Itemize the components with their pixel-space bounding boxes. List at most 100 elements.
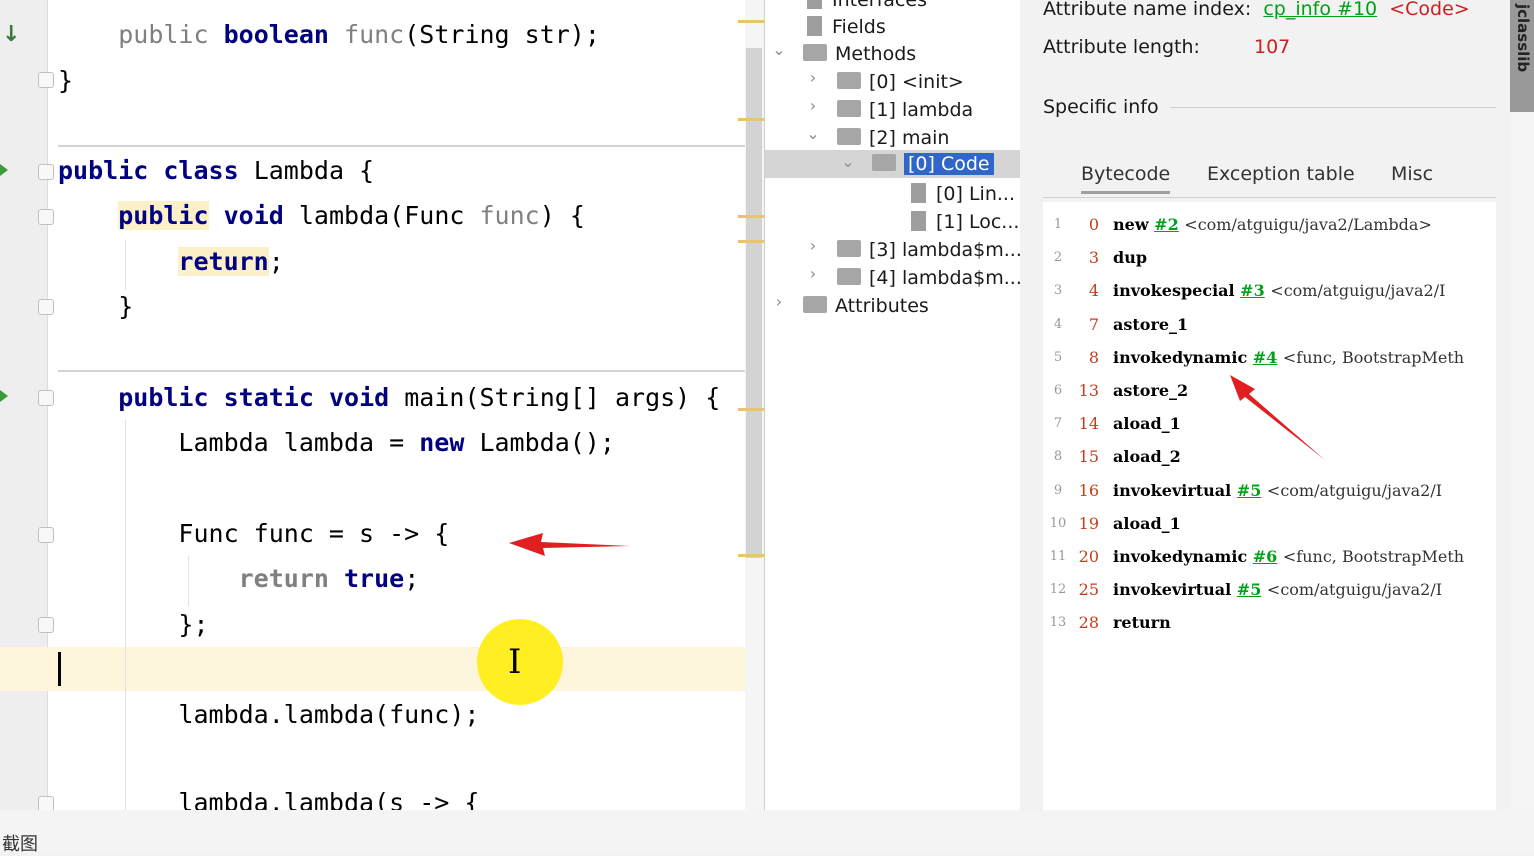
fold-marker-icon[interactable] <box>38 209 54 225</box>
chevron-down-icon[interactable]: ⌄ <box>769 40 789 59</box>
tree-node-method-init[interactable]: [0] <init> <box>837 68 964 96</box>
bytecode-instruction: invokedynamic #6 <func, BootstrapMeth <box>1113 540 1464 573</box>
code-line[interactable]: public static void main(String[] args) { <box>58 375 720 421</box>
bytecode-opcode: invokevirtual <box>1113 480 1232 500</box>
chevron-right-icon[interactable]: › <box>803 68 823 87</box>
tree-node-interfaces[interactable]: Interfaces <box>807 0 927 14</box>
chevron-right-icon[interactable]: › <box>769 292 789 311</box>
fold-marker-icon[interactable] <box>38 796 54 810</box>
tree-node-method-lambda-main-1[interactable]: [4] lambda$m... <box>837 264 1020 292</box>
bytecode-opcode: new <box>1113 215 1149 234</box>
folder-icon <box>837 240 861 257</box>
code-line[interactable]: Lambda lambda = new Lambda(); <box>58 420 615 466</box>
fold-marker-icon[interactable] <box>38 617 54 633</box>
error-stripe-marker[interactable] <box>738 554 764 557</box>
fold-marker-icon[interactable] <box>38 72 54 88</box>
chevron-down-icon[interactable]: ⌄ <box>803 124 823 143</box>
keyword: boolean <box>223 20 329 49</box>
tab-bytecode[interactable]: Bytecode <box>1081 163 1171 194</box>
tree-node-code[interactable]: [0] Code <box>872 150 994 178</box>
bytecode-offset: 25 <box>1078 580 1099 600</box>
bytecode-cp-ref[interactable]: #6 <box>1253 547 1278 566</box>
keyword: public <box>118 383 209 412</box>
code-line[interactable]: lambda.lambda(func); <box>58 692 479 738</box>
tree-node-attributes[interactable]: Attributes <box>803 292 929 320</box>
code-line[interactable]: } <box>58 58 73 104</box>
keyword: public <box>58 156 149 185</box>
jclasslib-tool-label: jclasslib <box>1514 4 1532 73</box>
code-text: ; <box>268 247 284 276</box>
editor-scrollbar-thumb[interactable] <box>746 48 762 558</box>
bytecode-comment: <com/atguigu/java2/I <box>1266 580 1443 600</box>
chevron-right-icon[interactable]: › <box>803 264 823 283</box>
bytecode-listing[interactable]: 1 0 new #2 <com/atguigu/java2/Lambda> 2 3 dup… <box>1043 202 1496 810</box>
tab-exception-table[interactable]: Exception table <box>1207 163 1355 185</box>
code-editor[interactable]: ↓ public boolean func(String str); } pub… <box>0 0 764 810</box>
chevron-right-icon[interactable]: › <box>803 96 823 115</box>
fold-marker-icon[interactable] <box>38 390 54 406</box>
code-line[interactable]: return; <box>58 239 284 285</box>
tree-node-line-number-table[interactable]: [0] Lin... <box>911 180 1015 208</box>
bytecode-comment: <com/atguigu/java2/Lambda> <box>1184 215 1432 234</box>
code-line[interactable]: public class Lambda { <box>58 148 374 194</box>
bytecode-line-number: 1 <box>1053 217 1063 232</box>
bytecode-instruction: invokespecial #3 <com/atguigu/java2/I <box>1113 274 1445 307</box>
tree-node-label: [1] Loc... <box>936 211 1020 233</box>
tree-node-method-lambda[interactable]: [1] lambda <box>837 96 973 124</box>
folder-icon <box>837 72 861 89</box>
chevron-right-icon[interactable]: › <box>803 236 823 255</box>
code-line[interactable]: Func func = s -> { <box>58 511 449 557</box>
class-structure-tree[interactable]: Interfaces Fields ⌄ Methods › [0] <init>… <box>764 0 1021 810</box>
error-stripe-marker[interactable] <box>738 118 764 121</box>
error-stripe-marker[interactable] <box>738 408 764 411</box>
tree-node-method-lambda-main-0[interactable]: [3] lambda$m... <box>837 236 1020 264</box>
chevron-down-icon[interactable]: ⌄ <box>838 152 858 171</box>
tree-node-methods[interactable]: Methods <box>803 40 916 68</box>
bytecode-cp-ref[interactable]: #5 <box>1237 481 1262 500</box>
bytecode-line-number: 9 <box>1053 482 1063 498</box>
code-text: Lambda(); <box>479 428 615 457</box>
tree-node-fields[interactable]: Fields <box>807 13 886 41</box>
error-stripe-marker[interactable] <box>738 240 764 243</box>
fold-marker-icon[interactable] <box>38 527 54 543</box>
cp-info-link[interactable]: cp_info #10 <box>1263 0 1377 20</box>
bytecode-cp-ref[interactable]: #2 <box>1154 215 1179 234</box>
bytecode-cp-ref[interactable]: #4 <box>1253 348 1278 367</box>
bytecode-line-number: 4 <box>1053 316 1063 332</box>
tree-node-label: Interfaces <box>832 0 927 11</box>
bytecode-offset: 3 <box>1088 248 1099 268</box>
bytecode-cp-ref[interactable]: #5 <box>1237 580 1262 599</box>
implemented-down-arrow-icon[interactable]: ↓ <box>2 22 20 47</box>
code-line[interactable]: return true; <box>58 556 420 602</box>
tree-node-local-variable-table[interactable]: [1] Loc... <box>911 208 1019 236</box>
error-stripe-marker[interactable] <box>738 20 764 23</box>
tab-misc[interactable]: Misc <box>1391 163 1433 185</box>
fold-marker-icon[interactable] <box>38 164 54 180</box>
bytecode-cp-ref[interactable]: #3 <box>1240 281 1265 300</box>
bytecode-comment: <func, BootstrapMeth <box>1282 347 1465 367</box>
bytecode-line-number: 5 <box>1053 349 1063 365</box>
code-line[interactable]: }; <box>58 602 208 648</box>
tree-node-label: [2] main <box>869 127 950 149</box>
code-line[interactable]: lambda.lambda(s -> { <box>58 780 479 810</box>
run-main-icon[interactable] <box>0 390 8 402</box>
error-stripe-marker[interactable] <box>738 215 764 218</box>
red-arrow-annotation <box>1230 375 1325 460</box>
code-text: ; <box>404 564 420 593</box>
folder-icon <box>837 128 861 145</box>
run-class-icon[interactable] <box>0 164 8 176</box>
attribute-length-value: 107 <box>1254 36 1291 58</box>
bytecode-line-number: 2 <box>1053 250 1063 266</box>
code-line[interactable]: public boolean func(String str); <box>58 12 600 58</box>
fold-marker-icon[interactable] <box>38 299 54 315</box>
tree-node-method-main[interactable]: [2] main <box>837 124 949 152</box>
bytecode-instruction: aload_1 <box>1113 507 1181 540</box>
code-text: ) { <box>539 201 585 230</box>
bytecode-opcode: invokespecial <box>1113 281 1235 301</box>
bytecode-instruction: astore_2 <box>1113 374 1188 407</box>
code-line[interactable]: public void lambda(Func func) { <box>58 193 585 239</box>
code-line[interactable]: } <box>58 284 133 330</box>
